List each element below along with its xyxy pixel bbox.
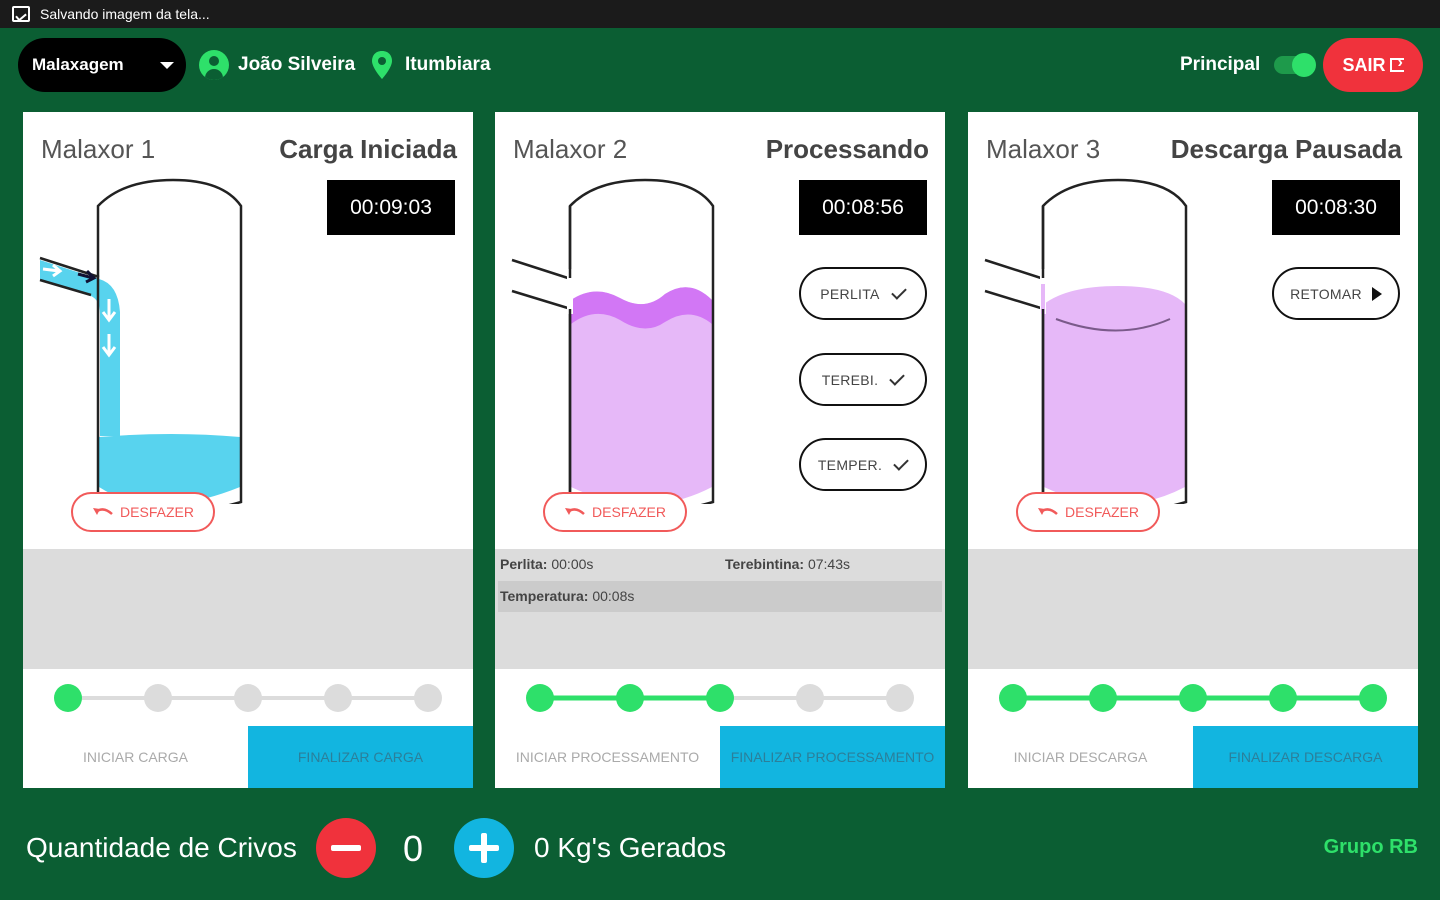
card-state: Processando [765, 134, 929, 164]
ingredient-label: TEMPER. [817, 456, 883, 473]
card-timer: 00:09:03 [327, 180, 455, 235]
vessel-unloading-illustration [984, 178, 1188, 504]
system-status-bar: Salvando imagem da tela... [0, 0, 1440, 28]
card-title: Malaxor 2 [513, 134, 628, 164]
progress-step [616, 684, 644, 712]
check-icon [889, 369, 906, 386]
progress-step [526, 684, 554, 712]
card-state: Carga Iniciada [279, 134, 457, 164]
undo-button[interactable]: DESFAZER [71, 492, 215, 532]
location-name: Itumbiara [405, 54, 491, 75]
finish-load-button[interactable]: FINALIZAR CARGA [248, 726, 473, 788]
card-actions: INICIAR DESCARGA FINALIZAR DESCARGA [968, 726, 1418, 788]
progress-stepper [999, 684, 1387, 712]
kg-generated: 0 Kg's Gerados [534, 832, 727, 863]
vessel-loading-illustration [39, 178, 243, 504]
card-actions: INICIAR PROCESSAMENTO FINALIZAR PROCESSA… [495, 726, 945, 788]
caret-down-icon [160, 62, 174, 69]
increment-button[interactable] [454, 818, 514, 878]
info-panel [23, 549, 473, 669]
mode-label: Principal [1180, 54, 1261, 75]
progress-step [886, 684, 914, 712]
principal-toggle[interactable] [1274, 53, 1316, 77]
progress-step [706, 684, 734, 712]
card-timer: 00:08:56 [799, 180, 927, 235]
vessel-processing-illustration [511, 178, 715, 504]
terebintina-button[interactable]: TEREBI. [799, 353, 927, 406]
progress-step [999, 684, 1027, 712]
malaxor-card-1: Malaxor 1 Carga Iniciada 00:09:03 DESFAZ… [23, 112, 473, 788]
current-location: Itumbiara [370, 50, 491, 80]
status-text: Salvando imagem da tela... [40, 6, 210, 22]
current-user: João Silveira [199, 50, 355, 80]
start-processing-button[interactable]: INICIAR PROCESSAMENTO [495, 726, 720, 788]
perlita-info: Perlita: 00:00s [500, 556, 594, 572]
resume-button[interactable]: RETOMAR [1272, 267, 1400, 320]
undo-icon [93, 508, 113, 515]
start-load-button[interactable]: INICIAR CARGA [23, 726, 248, 788]
progress-step [1269, 684, 1297, 712]
card-state: Descarga Pausada [1170, 134, 1402, 164]
exit-icon [1389, 54, 1404, 72]
malaxor-card-3: Malaxor 3 Descarga Pausada 00:08:30 RETO… [968, 112, 1418, 788]
info-row: Perlita: 00:00s Terebintina: 07:43s [498, 549, 942, 580]
malaxor-card-2: Malaxor 2 Processando 00:08:56 PERLITA T… [495, 112, 945, 788]
progress-step [796, 684, 824, 712]
check-icon [890, 283, 907, 300]
start-unload-button[interactable]: INICIAR DESCARGA [968, 726, 1193, 788]
info-panel [968, 549, 1418, 669]
ingredient-label: TEREBI. [821, 371, 879, 388]
location-pin-icon [372, 51, 392, 79]
temperatura-info: Temperatura: 00:08s [500, 588, 635, 604]
undo-button[interactable]: DESFAZER [543, 492, 687, 532]
progress-step [414, 684, 442, 712]
card-actions: INICIAR CARGA FINALIZAR CARGA [23, 726, 473, 788]
decrement-button[interactable] [316, 818, 376, 878]
card-timer: 00:08:30 [1272, 180, 1400, 235]
top-bar: Malaxagem João Silveira Itumbiara Princi… [0, 28, 1440, 104]
info-row: Temperatura: 00:08s [498, 581, 942, 612]
sector-value: Malaxagem [32, 55, 124, 74]
undo-label: DESFAZER [592, 504, 666, 520]
progress-step [54, 684, 82, 712]
progress-step [1089, 684, 1117, 712]
terebintina-info: Terebintina: 07:43s [725, 556, 851, 572]
check-icon [893, 454, 909, 471]
exit-label: SAIR [1342, 54, 1386, 75]
sector-dropdown[interactable]: Malaxagem [18, 38, 186, 92]
undo-label: DESFAZER [120, 504, 194, 520]
brand-name: Grupo RB [1323, 836, 1418, 858]
user-icon [199, 50, 229, 80]
exit-button[interactable]: SAIR [1323, 38, 1423, 92]
progress-step [144, 684, 172, 712]
sieve-count: 0 [403, 828, 424, 869]
progress-stepper [526, 684, 914, 712]
undo-label: DESFAZER [1065, 504, 1139, 520]
progress-step [1179, 684, 1207, 712]
user-name: João Silveira [238, 54, 356, 75]
ingredient-label: PERLITA [820, 285, 880, 302]
progress-step [1359, 684, 1387, 712]
undo-icon [565, 508, 585, 515]
screenshot-icon [12, 6, 30, 22]
finish-unload-button[interactable]: FINALIZAR DESCARGA [1193, 726, 1418, 788]
card-title: Malaxor 3 [986, 134, 1101, 164]
progress-stepper [54, 684, 442, 712]
undo-icon [1038, 508, 1058, 515]
progress-step [234, 684, 262, 712]
play-icon [1371, 286, 1382, 301]
temperatura-button[interactable]: TEMPER. [799, 438, 927, 491]
perlita-button[interactable]: PERLITA [799, 267, 927, 320]
info-panel: Perlita: 00:00s Terebintina: 07:43s Temp… [495, 549, 945, 669]
resume-label: RETOMAR [1290, 285, 1362, 302]
sieve-quantity-label: Quantidade de Crivos [26, 832, 297, 863]
undo-button[interactable]: DESFAZER [1016, 492, 1160, 532]
progress-step [324, 684, 352, 712]
finish-processing-button[interactable]: FINALIZAR PROCESSAMENTO [720, 726, 945, 788]
card-title: Malaxor 1 [41, 134, 156, 164]
